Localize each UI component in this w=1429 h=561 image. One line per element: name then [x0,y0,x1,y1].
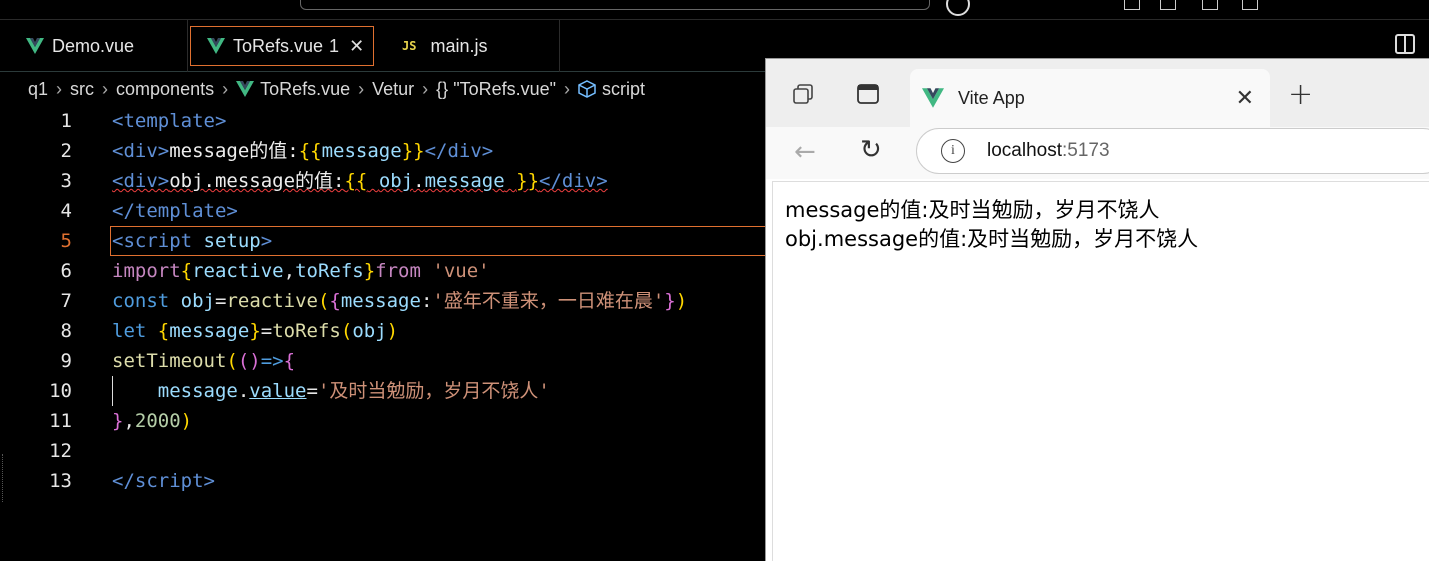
workspaces-icon[interactable] [792,83,816,105]
js-icon: JS [402,39,417,53]
code-text[interactable]: <template> [112,106,226,136]
tab-label: ToRefs.vue [233,35,324,56]
code-line[interactable]: 4 </template> [0,196,770,226]
obj-message-output: obj.message的值:及时当勉励，岁月不饶人 [785,227,1199,251]
code-line[interactable]: 6 import{reactive,toRefs}from 'vue' [0,256,770,286]
browser-tab-title: Vite App [958,87,1025,108]
browser-tab-strip: Vite App ✕ + [766,59,1429,127]
breadcrumb-item-module[interactable]: {} "ToRefs.vue" [436,79,556,100]
code-text[interactable]: message.value='及时当勉励，岁月不饶人' [112,376,550,406]
layout-custom-icon[interactable] [1242,0,1258,10]
vue-icon [236,81,255,97]
line-number: 8 [60,320,72,342]
reload-icon[interactable]: ↻ [860,135,882,165]
line-number: 6 [60,260,72,282]
cube-icon [578,80,596,98]
url-port: :5173 [1062,140,1110,161]
line-number: 7 [60,290,72,312]
code-line[interactable]: 11 },2000) [0,406,770,436]
breadcrumb-item-components[interactable]: components [116,79,214,100]
problems-count: 1 [329,35,340,56]
line-number: 4 [60,200,72,222]
browser-tab-vite-app[interactable]: Vite App ✕ [910,69,1270,127]
url-host: localhost [987,140,1062,161]
code-line[interactable]: 7 const obj=reactive({message:'盛年不重来，一日难在… [0,286,770,316]
chevron-right-icon: › [564,78,571,99]
code-text[interactable]: <script setup> [112,226,272,256]
code-text[interactable]: <div>message的值:{{message}}</div> [112,136,493,166]
chevron-right-icon: › [222,78,229,99]
line-number: 12 [49,440,72,462]
tab-actions-icon[interactable] [856,83,880,105]
tab-label: main.js [430,35,488,56]
breadcrumb: q1 › src › components › ToRefs.vue › Vet… [0,72,770,106]
line-number: 13 [49,470,72,492]
tab-main-js[interactable]: JS main.js [380,20,560,72]
breadcrumb-item-vetur[interactable]: Vetur [372,79,414,100]
breadcrumb-item-src[interactable]: src [70,79,94,100]
code-line[interactable]: 13 </script> [0,466,770,496]
code-text[interactable]: <div>obj.message的值:{{ obj.message }}</di… [112,166,608,196]
code-line[interactable]: 8 let {message}=toRefs(obj) [0,316,770,346]
layout-icon[interactable] [1124,0,1140,10]
line-number: 11 [49,410,72,432]
browser-window: Vite App ✕ + ← ↻ i localhost :5173 messa… [765,58,1429,561]
vue-icon [26,38,44,54]
breadcrumb-item-file[interactable]: ToRefs.vue [260,79,350,100]
code-text[interactable]: import{reactive,toRefs}from 'vue' [112,256,490,286]
breadcrumb-item-q1[interactable]: q1 [28,79,48,100]
tab-torefs-vue[interactable]: ToRefs.vue 1 ✕ [190,26,374,66]
line-number: 9 [60,350,72,372]
new-tab-icon[interactable]: + [1288,77,1313,112]
line-number: 5 [60,230,72,252]
chevron-right-icon: › [56,78,63,99]
code-line[interactable]: 10 message.value='及时当勉励，岁月不饶人' [0,376,770,406]
close-icon[interactable]: ✕ [1236,85,1254,111]
line-number: 3 [60,170,72,192]
vue-icon [207,38,225,54]
close-icon[interactable]: ✕ [349,36,364,57]
tab-label: Demo.vue [52,35,135,56]
vue-icon [922,88,944,108]
page-content: message的值:及时当勉励，岁月不饶人 obj.message的值:及时当勉… [772,181,1429,561]
line-number: 1 [60,110,72,132]
code-line[interactable]: 9 setTimeout(()=>{ [0,346,770,376]
browser-toolbar: ← ↻ i localhost :5173 [766,127,1429,179]
code-text[interactable]: let {message}=toRefs(obj) [112,316,398,346]
code-text[interactable]: </template> [112,196,238,226]
address-bar[interactable]: i localhost :5173 [916,128,1429,174]
split-editor-icon[interactable] [1395,34,1415,54]
title-bar [0,0,1429,20]
code-line[interactable]: 2 <div>message的值:{{message}}</div> [0,136,770,166]
code-line[interactable]: 5 <script setup> [0,226,770,256]
layout-panel-icon[interactable] [1160,0,1176,10]
code-text[interactable]: setTimeout(()=>{ [112,346,295,376]
message-output: message的值:及时当勉励，岁月不饶人 [785,198,1160,222]
breadcrumb-item-script[interactable]: script [602,79,645,100]
code-text[interactable]: const obj=reactive({message:'盛年不重来，一日难在晨… [112,286,687,316]
tab-demo-vue[interactable]: Demo.vue [0,20,188,72]
code-text[interactable]: },2000) [112,406,192,436]
chevron-right-icon: › [358,78,365,99]
code-line[interactable]: 12 [0,436,770,466]
line-number: 10 [49,380,72,402]
code-text[interactable]: </script> [112,466,215,496]
code-line[interactable]: 3 <div>obj.message的值:{{ obj.message }}</d… [0,166,770,196]
info-icon[interactable]: i [941,139,965,163]
account-icon[interactable] [946,0,970,16]
chevron-right-icon: › [422,78,429,99]
code-editor[interactable]: 1 <template> 2 <div>message的值:{{message}}</… [0,106,770,561]
layout-sidebar-icon[interactable] [1202,0,1218,10]
chevron-right-icon: › [102,78,109,99]
line-number: 2 [60,140,72,162]
back-arrow-icon[interactable]: ← [794,137,816,167]
code-line[interactable]: 1 <template> [0,106,770,136]
command-center[interactable] [300,0,930,10]
